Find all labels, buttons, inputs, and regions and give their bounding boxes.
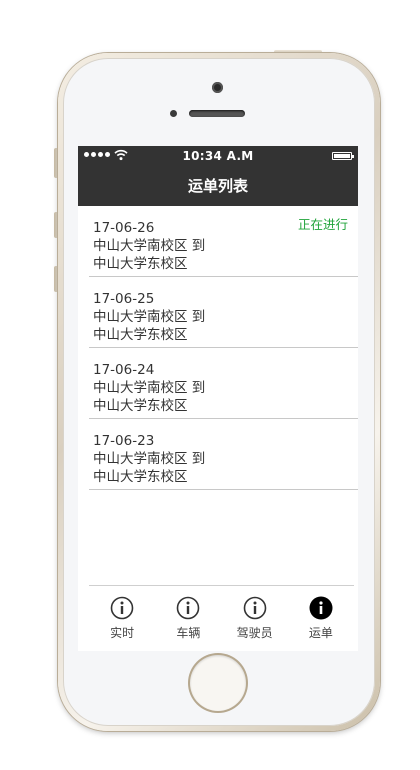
order-item[interactable]: 17-06-26 中山大学南校区 到 中山大学东校区 正在进行: [89, 206, 358, 277]
order-destination: 中山大学东校区: [93, 327, 188, 343]
tab-realtime[interactable]: 实时: [92, 586, 152, 641]
order-destination: 中山大学东校区: [93, 256, 188, 272]
order-origin: 中山大学南校区 到: [93, 380, 206, 396]
info-icon: [110, 596, 134, 620]
order-item[interactable]: 17-06-23 中山大学南校区 到 中山大学东校区: [89, 419, 358, 490]
home-button[interactable]: [190, 655, 246, 711]
tab-orders[interactable]: 运单: [291, 586, 351, 641]
order-origin: 中山大学南校区 到: [93, 238, 206, 254]
order-destination: 中山大学东校区: [93, 469, 188, 485]
order-item[interactable]: 17-06-24 中山大学南校区 到 中山大学东校区: [89, 348, 358, 419]
order-list: 17-06-26 中山大学南校区 到 中山大学东校区 正在进行 17-06-25…: [78, 206, 358, 490]
page-title: 运单列表: [78, 166, 358, 206]
tab-bar: 实时 车辆 驾驶员 运单: [89, 585, 354, 648]
tab-label: 车辆: [176, 626, 201, 640]
info-icon: [177, 596, 200, 620]
app-screen: 10:34 A.M 运单列表 17-06-26 中山大学南校区 到 中山大学东校…: [78, 146, 358, 651]
order-origin: 中山大学南校区 到: [93, 309, 206, 325]
order-item[interactable]: 17-06-25 中山大学南校区 到 中山大学东校区: [89, 277, 358, 348]
front-camera: [212, 82, 223, 93]
device-mockup: 10:34 A.M 运单列表 17-06-26 中山大学南校区 到 中山大学东校…: [0, 0, 420, 770]
order-date: 17-06-23: [93, 433, 155, 449]
tab-vehicles[interactable]: 车辆: [158, 586, 218, 641]
order-date: 17-06-25: [93, 291, 155, 307]
tab-label: 驾驶员: [236, 626, 273, 640]
order-date: 17-06-24: [93, 362, 155, 378]
tab-label: 实时: [110, 626, 135, 640]
proximity-sensor: [170, 110, 177, 117]
status-bar: 10:34 A.M: [78, 146, 358, 166]
order-origin: 中山大学南校区 到: [93, 451, 206, 467]
info-icon: [243, 596, 266, 620]
earpiece-speaker: [189, 110, 245, 117]
tab-drivers[interactable]: 驾驶员: [225, 586, 285, 641]
tab-label: 运单: [308, 626, 333, 640]
status-time: 10:34 A.M: [182, 149, 254, 163]
info-icon: [309, 596, 333, 620]
status-badge: 正在进行: [297, 217, 348, 232]
order-destination: 中山大学东校区: [93, 398, 188, 414]
battery-icon: [332, 152, 354, 160]
